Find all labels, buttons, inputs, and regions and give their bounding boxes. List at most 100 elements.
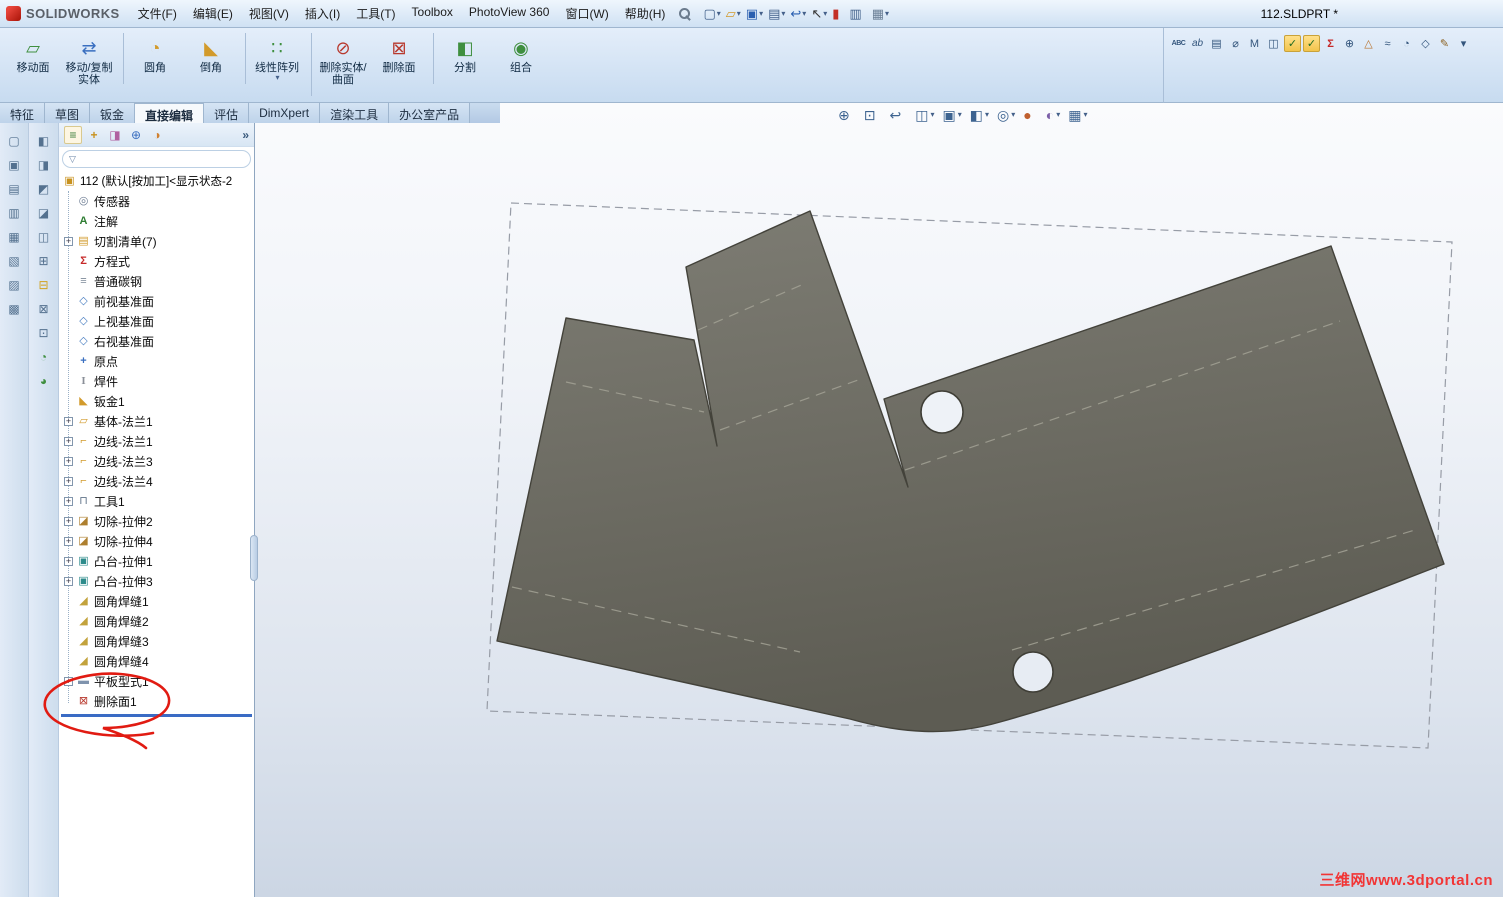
dropdown-arrow-icon[interactable]: ▾ (802, 9, 806, 18)
toolbar-button[interactable]: ⊘ 删除实体/曲面 ▾ (311, 33, 370, 96)
tree-item[interactable]: + 上视基准面 (59, 311, 254, 331)
dropdown-arrow-icon[interactable]: ▾ (885, 9, 889, 18)
previous-view-icon[interactable]: ↩ ▾ (890, 107, 908, 124)
print-icon[interactable]: ▤ ▾ (766, 6, 787, 22)
expand-plus-icon[interactable]: + (64, 416, 73, 426)
left-toolbar-icon[interactable]: ⊞ (34, 252, 53, 270)
left-toolbar-icon[interactable]: ◨ (34, 156, 53, 174)
tree-item[interactable]: + 凸台-拉伸1 (59, 551, 254, 571)
toolbar-button[interactable]: ▱ 移动面 ▾ (6, 33, 60, 84)
tree-item[interactable]: + 工具1 (59, 491, 254, 511)
commandmanager-tab[interactable]: 特征 (0, 103, 46, 123)
propertymanager-tab-icon[interactable]: + (85, 126, 103, 144)
commandmanager-tab[interactable]: 直接编辑 (135, 103, 205, 123)
view-settings-icon[interactable]: ▦ ▾ (1068, 107, 1087, 124)
expand-plus-icon[interactable]: + (64, 516, 73, 526)
left-toolbar-icon[interactable]: ▧ (5, 252, 24, 270)
import-diagnostics-icon[interactable]: ⊕ (1341, 35, 1358, 52)
tree-item[interactable]: + 传感器 (59, 191, 254, 211)
tree-item[interactable]: + 钣金1 (59, 391, 254, 411)
tree-item[interactable]: + 圆角焊缝3 (59, 631, 254, 651)
new-document-icon[interactable]: ▢ ▾ (701, 6, 722, 22)
commandmanager-tab[interactable]: 评估 (204, 103, 250, 123)
zoom-fit-icon[interactable]: ⊕ ▾ (838, 107, 856, 124)
measure-icon[interactable]: ⌀ (1227, 35, 1244, 52)
menu-item[interactable]: Toolbox (404, 3, 461, 24)
rebuild-icon[interactable]: ▮ ▾ (830, 6, 846, 22)
tree-item[interactable]: + 圆角焊缝2 (59, 611, 254, 631)
left-toolbar-icon[interactable]: ▦ (5, 228, 24, 246)
left-toolbar-icon[interactable]: ▨ (5, 276, 24, 294)
tree-item[interactable]: + 圆角焊缝4 (59, 651, 254, 671)
tree-filter-input[interactable] (79, 152, 244, 166)
commandmanager-tab[interactable]: 草图 (45, 103, 91, 123)
hole[interactable] (1012, 651, 1054, 693)
undo-icon[interactable]: ↩ ▾ (788, 6, 808, 22)
apply-scene-icon[interactable]: ◐ ▾ (1046, 107, 1060, 123)
menu-item[interactable]: 工具(T) (348, 3, 403, 24)
rollback-bar[interactable] (61, 714, 252, 717)
tree-root-item[interactable]: 112 (默认[按加工]<显示状态-2 (59, 171, 254, 191)
menu-item[interactable]: 视图(V) (241, 3, 297, 24)
dimxpertmanager-tab-icon[interactable]: ⊕ (127, 126, 145, 144)
view-orientation-icon[interactable]: ▣ ▾ (943, 107, 962, 124)
spell-check-icon[interactable]: ABC (1170, 35, 1187, 52)
graphics-area[interactable] (255, 103, 1503, 897)
dropdown-arrow-icon[interactable]: ▾ (985, 111, 989, 119)
toolbar-button[interactable]: ⊠ 删除面 ▾ (372, 33, 426, 84)
commandmanager-tab[interactable]: 渲染工具 (320, 103, 390, 123)
hole[interactable] (920, 390, 964, 434)
expand-plus-icon[interactable]: + (64, 456, 73, 466)
edit-icon[interactable]: ✎ (1436, 35, 1453, 52)
featuremanager-tab-icon[interactable]: ≡ (64, 125, 82, 144)
toolbar-button[interactable]: ◉ 组合 ▾ (494, 33, 548, 84)
file-properties-icon[interactable]: ▥ ▾ (847, 6, 868, 22)
expand-plus-icon[interactable]: + (64, 496, 73, 506)
toolbar-button[interactable]: ◣ 倒角 ▾ (184, 33, 238, 84)
dropdown-arrow-icon[interactable]: ▾ (781, 9, 785, 18)
toolbar-button[interactable]: ◔ 圆角 ▾ (123, 33, 182, 84)
menu-item[interactable]: 帮助(H) (617, 3, 674, 24)
commandmanager-tab[interactable]: 办公室产品 (389, 103, 471, 123)
tree-item[interactable]: + 边线-法兰1 (59, 431, 254, 451)
tree-item[interactable]: + 前视基准面 (59, 291, 254, 311)
tree-item[interactable]: + 边线-法兰3 (59, 451, 254, 471)
curvature-icon[interactable]: ◔ (1398, 35, 1415, 52)
toolbar-button[interactable]: ⇄ 移动/复制实体 ▾ (62, 33, 116, 96)
left-toolbar-icon[interactable]: ◪ (34, 204, 53, 222)
dropdown-arrow-icon[interactable]: ▾ (759, 9, 763, 18)
zoom-area-icon[interactable]: ⊡ ▾ (864, 107, 882, 124)
expand-plus-icon[interactable]: + (64, 676, 73, 686)
equations-icon[interactable]: Σ (1322, 35, 1339, 52)
dropdown-arrow-icon[interactable]: ▾ (1011, 111, 1015, 119)
displaymanager-tab-icon[interactable]: ◑ (148, 126, 166, 144)
section-properties-icon[interactable]: ◫ (1265, 35, 1282, 52)
left-toolbar-icon[interactable]: ▤ (5, 180, 24, 198)
tree-item[interactable]: + 右视基准面 (59, 331, 254, 351)
edit-appearance-icon[interactable]: ● ▾ (1023, 107, 1037, 123)
commandmanager-tab[interactable]: 钣金 (90, 103, 136, 123)
tree-item[interactable]: + 焊件 (59, 371, 254, 391)
tree-item[interactable]: + 方程式 (59, 251, 254, 271)
find-replace-icon[interactable]: ab (1189, 35, 1206, 52)
left-toolbar-icon[interactable]: ⊟ (34, 276, 53, 294)
tree-item[interactable]: + 注解 (59, 211, 254, 231)
menu-item[interactable]: PhotoView 360 (461, 3, 558, 24)
section-view-icon[interactable]: ◫ ▾ (915, 107, 934, 124)
tree-item[interactable]: + 原点 (59, 351, 254, 371)
menu-item[interactable]: 插入(I) (297, 3, 348, 24)
tree-item[interactable]: + 普通碳钢 (59, 271, 254, 291)
display-style-icon[interactable]: ◧ ▾ (970, 107, 989, 124)
save-icon[interactable]: ▣ ▾ (744, 6, 765, 22)
dropdown-arrow-icon[interactable]: ▾ (823, 9, 827, 18)
tree-item[interactable]: + 切割清单(7) (59, 231, 254, 251)
deviation-analysis-icon[interactable]: △ (1360, 35, 1377, 52)
part-body[interactable] (496, 210, 1445, 733)
left-toolbar-icon[interactable]: ◕ (34, 372, 53, 390)
dropdown-arrow-icon[interactable]: ▾ (275, 74, 279, 82)
left-toolbar-icon[interactable]: ◫ (34, 228, 53, 246)
left-toolbar-icon[interactable]: ⊡ (34, 324, 53, 342)
tree-item[interactable]: + 切除-拉伸4 (59, 531, 254, 551)
dropdown-arrow-icon[interactable]: ▾ (930, 111, 934, 119)
tree-item[interactable]: + 平板型式1 (59, 671, 254, 691)
